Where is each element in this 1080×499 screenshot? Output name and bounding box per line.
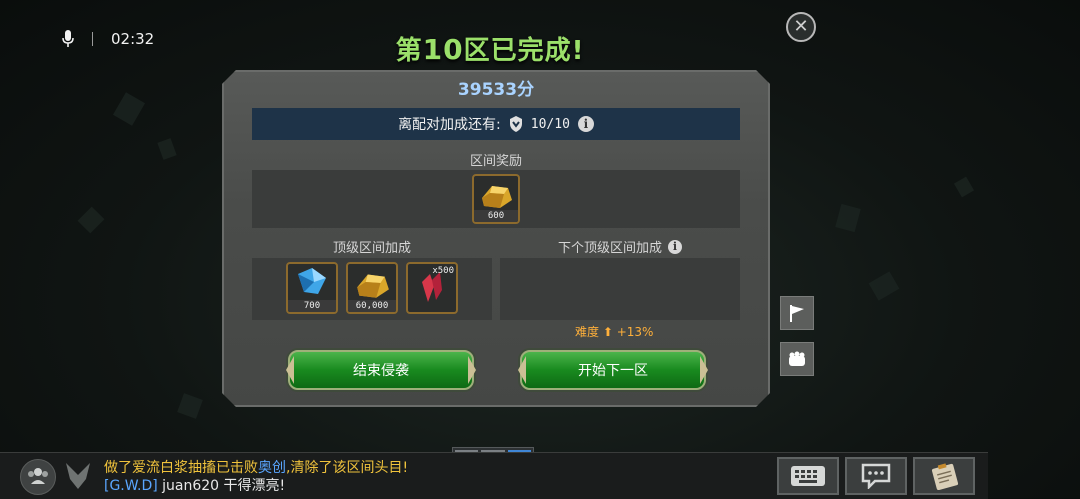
clipboard-icon (931, 463, 959, 490)
people-icon (28, 468, 48, 484)
fist-icon (789, 351, 805, 366)
button-cap-left (518, 356, 526, 384)
pair-bonus-count: 10/10 (530, 116, 570, 132)
pair-bonus-label: 离配对加成还有: (398, 117, 501, 133)
chat-bubble-icon (861, 463, 891, 489)
chat-alliance-tag: [G.W.D] (104, 478, 158, 494)
pair-bonus-bar: 离配对加成还有: 10/10 i (252, 108, 740, 140)
gold-ingot-icon (482, 186, 512, 208)
background-shard (868, 271, 900, 301)
status-bar: 02:32 (62, 28, 154, 50)
start-next-zone-label: 开始下一区 (578, 363, 648, 379)
end-invasion-label: 结束侵袭 (353, 363, 409, 379)
difficulty-text: 难度 ⬆ +13% (222, 323, 770, 340)
score-text: 39533分 (457, 80, 535, 100)
info-icon[interactable]: i (577, 116, 594, 132)
microphone-icon (62, 30, 74, 47)
shield-icon (509, 116, 522, 132)
top-bonus-label: 顶级区间加成 (332, 241, 411, 256)
chat-button[interactable] (845, 457, 907, 495)
emote-button[interactable] (780, 342, 814, 376)
flag-icon (790, 305, 804, 322)
difficulty-label: 难度 (575, 325, 600, 339)
difficulty-value: +13% (616, 325, 654, 339)
button-cap-left (286, 356, 294, 384)
background-shard (177, 393, 203, 419)
next-top-bonus-area (500, 258, 740, 320)
background-shard (835, 203, 861, 233)
next-top-bonus-label: 下个顶级区间加成 i (500, 237, 740, 256)
flag-button[interactable] (780, 296, 814, 330)
background-shard (157, 138, 177, 160)
gold-ingot-icon (357, 274, 389, 298)
keyboard-icon (791, 466, 825, 486)
zone-complete-panel: 39533分 离配对加成还有: 10/10 i 区间奖励 600 顶级区间加成 … (222, 70, 770, 407)
chat-user-text: juan620 干得漂亮! (157, 478, 286, 494)
close-button[interactable]: ✕ (786, 12, 816, 42)
title-suffix: 区已完成! (463, 36, 585, 66)
quests-button[interactable] (913, 457, 975, 495)
chat-message-text: 做了爱流白浆抽搐已击败 (104, 460, 258, 476)
alliance-emblem-icon (66, 463, 90, 489)
background-shard (112, 92, 146, 126)
title-number: 10 (422, 33, 464, 66)
blue-crystal-icon (298, 268, 326, 294)
background-shard (77, 206, 105, 234)
chat-system-message: 做了爱流白浆抽搐已击败奥创,清除了该区间头目! (104, 457, 408, 477)
arrow-up-icon: ⬆ (602, 325, 613, 339)
chat-user-message: [G.W.D] juan620 干得漂亮! (104, 475, 285, 495)
chat-bar: 做了爱流白浆抽搐已击败奥创,清除了该区间头目! [G.W.D] juan620 … (0, 452, 988, 499)
start-next-zone-button[interactable]: 开始下一区 (518, 350, 708, 390)
status-time: 02:32 (111, 30, 155, 48)
top-bonus-item-1[interactable]: 700 (286, 262, 338, 314)
social-button[interactable] (20, 459, 56, 495)
zone-reward-label: 区间奖励 (469, 154, 522, 169)
next-top-bonus-text: 下个顶级区间加成 (557, 241, 662, 256)
top-bonus-item-2[interactable]: 60,000 (346, 262, 398, 314)
chat-hero-name: 奥创 (258, 460, 286, 476)
button-cap-right (700, 356, 708, 384)
background-shard (953, 176, 975, 198)
zone-reward-item[interactable]: 600 (472, 174, 520, 224)
title-prefix: 第 (395, 36, 423, 66)
top-bonus-item-3[interactable]: x500 (406, 262, 458, 314)
keyboard-button[interactable] (777, 457, 839, 495)
button-cap-right (468, 356, 476, 384)
item-quantity: 700 (288, 300, 336, 312)
item-quantity: 60,000 (348, 300, 396, 312)
page-title: 第10区已完成! (300, 30, 680, 67)
item-quantity: x500 (432, 266, 454, 276)
chat-message-end: ,清除了该区间头目! (286, 460, 409, 476)
status-separator (92, 32, 93, 46)
end-invasion-button[interactable]: 结束侵袭 (286, 350, 476, 390)
item-quantity: 600 (474, 210, 518, 222)
close-icon: ✕ (793, 16, 809, 37)
info-icon[interactable]: i (668, 239, 682, 254)
